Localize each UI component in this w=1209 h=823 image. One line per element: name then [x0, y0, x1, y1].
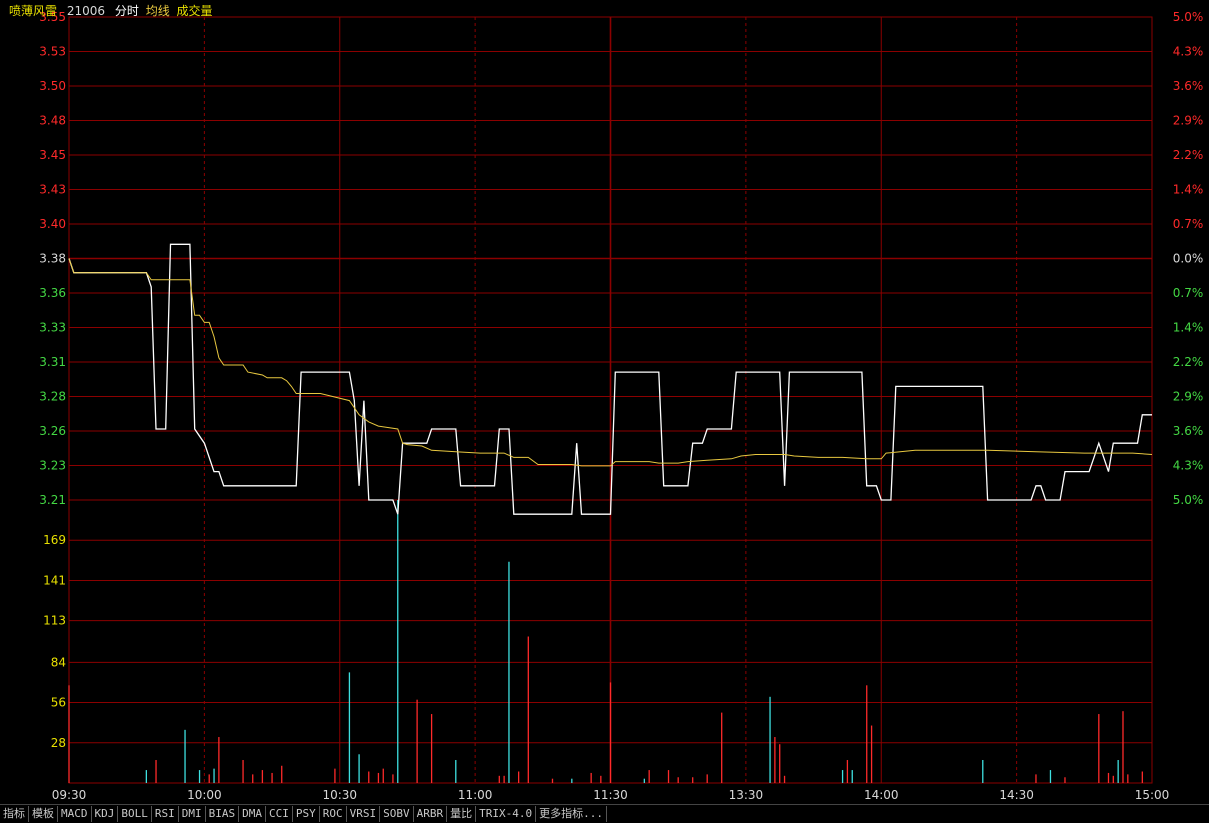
indicator-tab-2[interactable]: MACD: [58, 806, 92, 822]
time-tick-label: 10:30: [322, 788, 357, 802]
pct-tick-label: 0.7%: [1173, 286, 1204, 300]
price-tick-label: 3.26: [39, 424, 66, 438]
indicator-tab-16[interactable]: TRIX-4.0: [476, 806, 537, 822]
price-tick-label: 3.28: [39, 390, 66, 404]
volume-tick-label: 141: [43, 573, 66, 587]
pct-tick-label: 2.9%: [1173, 390, 1204, 404]
price-tick-label: 3.36: [39, 286, 66, 300]
indicator-toolbar: 指标 模板 MACD KDJ BOLL RSI DMI BIAS DMA CCI PSY ROC VRS…: [0, 804, 1209, 823]
indicator-tab-7[interactable]: BIAS: [206, 806, 240, 822]
indicator-tab-5[interactable]: RSI: [152, 806, 179, 822]
price-tick-label: 3.43: [39, 183, 66, 197]
view-label: 分时: [114, 4, 139, 18]
stock-name: 喷薄风雷: [9, 4, 58, 18]
volume-label: 成交量: [176, 4, 213, 18]
pct-tick-label: 5.0%: [1173, 10, 1204, 24]
pct-tick-label: 4.3%: [1173, 45, 1204, 59]
indicator-tab-1[interactable]: 模板: [29, 806, 58, 822]
avg-label: 均线: [145, 4, 170, 18]
time-tick-label: 10:00: [187, 788, 222, 802]
stock-code: 21006: [66, 4, 106, 18]
pct-tick-label: 1.4%: [1173, 321, 1204, 335]
indicator-tab-8[interactable]: DMA: [239, 806, 266, 822]
indicator-tab-3[interactable]: KDJ: [92, 806, 119, 822]
price-tick-label: 3.31: [39, 355, 66, 369]
indicator-tab-11[interactable]: ROC: [320, 806, 347, 822]
pct-tick-label: 2.2%: [1173, 148, 1204, 162]
pct-tick-label: 5.0%: [1173, 493, 1204, 507]
indicator-tab-15[interactable]: 量比: [447, 806, 477, 822]
indicator-tab-9[interactable]: CCI: [266, 806, 293, 822]
pct-tick-label: 2.2%: [1173, 355, 1204, 369]
volume-tick-label: 28: [51, 736, 66, 750]
time-tick-label: 14:30: [999, 788, 1034, 802]
price-tick-label: 3.40: [39, 217, 66, 231]
pct-tick-label: 2.9%: [1173, 114, 1204, 128]
time-tick-label: 13:30: [729, 788, 764, 802]
pct-tick-label: 4.3%: [1173, 459, 1204, 473]
volume-tick-label: 56: [51, 696, 66, 710]
price-tick-label: 3.53: [39, 45, 66, 59]
pct-tick-label: 0.0%: [1173, 252, 1204, 266]
time-tick-label: 14:00: [864, 788, 899, 802]
price-tick-label: 3.23: [39, 459, 66, 473]
pct-tick-label: 1.4%: [1173, 183, 1204, 197]
chart-header: 喷薄风雷 21006 分时 均线 成交量: [9, 2, 219, 19]
volume-tick-label: 113: [43, 614, 66, 628]
time-tick-label: 09:30: [52, 788, 87, 802]
indicator-tab-10[interactable]: PSY: [293, 806, 320, 822]
price-tick-label: 3.38: [39, 252, 66, 266]
price-tick-label: 3.48: [39, 114, 66, 128]
time-tick-label: 11:00: [458, 788, 493, 802]
pct-tick-label: 0.7%: [1173, 217, 1204, 231]
indicator-tab-14[interactable]: ARBR: [414, 806, 448, 822]
price-tick-label: 3.33: [39, 321, 66, 335]
pct-tick-label: 3.6%: [1173, 424, 1204, 438]
indicator-tab-4[interactable]: BOLL: [118, 806, 152, 822]
indicator-tab-13[interactable]: SOBV: [380, 806, 414, 822]
volume-tick-label: 84: [51, 655, 66, 669]
indicator-tab-17[interactable]: 更多指标...: [536, 806, 607, 822]
intraday-chart: 3.55 5.0%3.53 4.3%3.50 3.6%3.48 2.9%3.45 2.2%…: [39, 10, 1204, 802]
volume-tick-label: 169: [43, 533, 66, 547]
price-tick-label: 3.21: [39, 493, 66, 507]
time-tick-label: 11:30: [593, 788, 628, 802]
time-tick-label: 15:00: [1135, 788, 1170, 802]
price-tick-label: 3.45: [39, 148, 66, 162]
pct-tick-label: 3.6%: [1173, 79, 1204, 93]
price-tick-label: 3.50: [39, 79, 66, 93]
indicator-tab-12[interactable]: VRSI: [347, 806, 381, 822]
indicator-tab-6[interactable]: DMI: [179, 806, 206, 822]
indicator-tab-0[interactable]: 指标: [0, 806, 29, 822]
